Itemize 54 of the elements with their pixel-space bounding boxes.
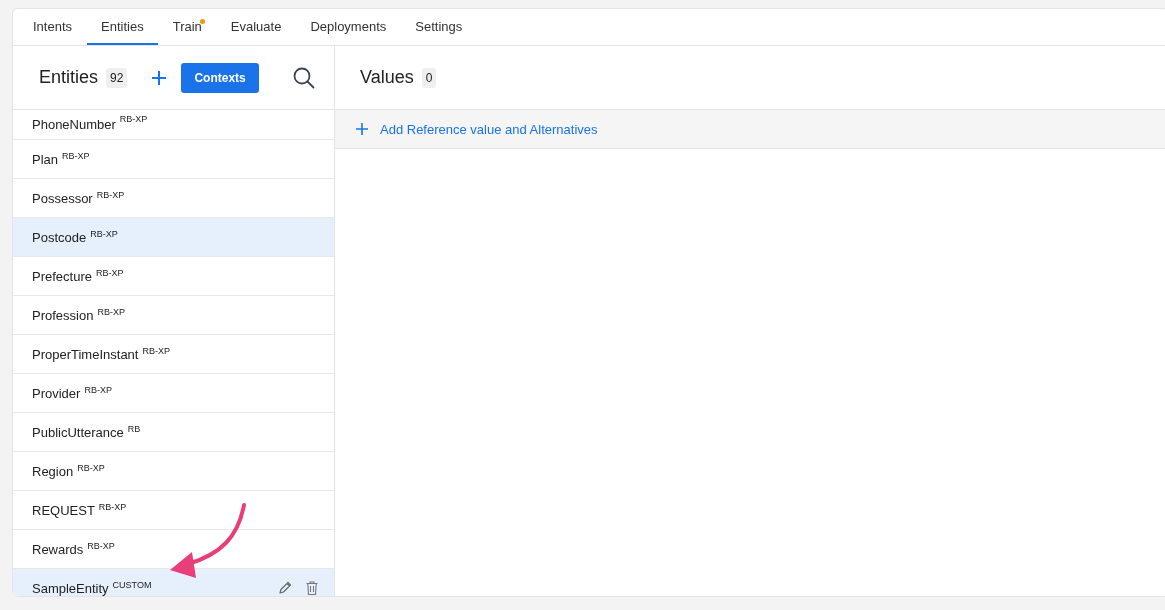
tab[interactable]: Evaluate [216, 9, 296, 45]
add-icon[interactable] [356, 123, 368, 135]
entity-tag: RB-XP [96, 190, 125, 200]
entity-item[interactable]: PhoneNumber RB-XP [13, 110, 334, 140]
search-icon[interactable] [292, 66, 315, 89]
entity-name: Rewards [32, 541, 84, 557]
entity-tag: RB-XP [62, 151, 90, 161]
entity-item[interactable]: Profession RB-XP [13, 296, 334, 335]
entity-item[interactable]: Prefecture RB-XP [13, 257, 334, 296]
tab[interactable]: Train [158, 9, 216, 45]
tab[interactable]: Settings [401, 9, 477, 45]
entity-tag: RB-XP [90, 229, 118, 239]
add-icon[interactable] [151, 69, 168, 86]
entity-tag: RB-XP [98, 502, 127, 512]
entity-tag: RB [127, 424, 141, 434]
entity-name: PublicUtterance [32, 424, 124, 440]
count-badge: 92 [106, 67, 128, 88]
add-value-link[interactable]: Add Reference value and Alternatives [380, 121, 598, 137]
entity-name: Plan [32, 151, 59, 167]
entity-name: PhoneNumber [32, 117, 116, 132]
tab[interactable]: Entities [87, 9, 158, 45]
trash-icon[interactable] [306, 581, 318, 595]
entity-tag: RB-XP [87, 541, 115, 551]
pencil-icon[interactable] [278, 581, 292, 595]
entity-tag: RB-XP [119, 114, 148, 124]
entity-name: SampleEntity [32, 580, 109, 596]
tab[interactable]: Deployments [296, 9, 401, 45]
entity-name: ProperTimeInstant [32, 346, 139, 362]
panel-title: Entities [39, 67, 99, 88]
entity-name: Postcode [32, 229, 87, 245]
contexts-button[interactable]: Contexts [181, 62, 259, 93]
entity-tag: RB-XP [84, 385, 112, 395]
entity-item[interactable]: Plan RB-XP [13, 140, 334, 179]
entity-name: Profession [32, 307, 94, 323]
entity-name: Possessor [32, 190, 93, 206]
entity-name: Prefecture [32, 268, 92, 284]
entity-item[interactable]: PublicUtterance RB [13, 413, 334, 452]
entity-item[interactable]: Postcode RB-XP [13, 218, 334, 257]
entity-tag: RB-XP [77, 463, 105, 473]
entity-name: REQUEST [32, 502, 95, 518]
entity-tag: RB-XP [97, 307, 125, 317]
entity-tag: CUSTOM [112, 580, 152, 590]
panel-title: Values [360, 67, 414, 88]
entity-item[interactable]: REQUEST RB-XP [13, 491, 334, 530]
entity-item[interactable]: Region RB-XP [13, 452, 334, 491]
count-badge: 0 [421, 67, 437, 88]
entity-item[interactable]: ProperTimeInstant RB-XP [13, 335, 334, 374]
entity-tag: RB-XP [96, 268, 124, 278]
tab[interactable]: Intents [19, 9, 87, 45]
entity-item[interactable]: SampleEntity CUSTOM [13, 569, 334, 596]
entity-tag: RB-XP [142, 346, 170, 356]
entity-name: Region [32, 463, 74, 479]
entity-item[interactable]: Provider RB-XP [13, 374, 334, 413]
entity-name: Provider [32, 385, 81, 401]
